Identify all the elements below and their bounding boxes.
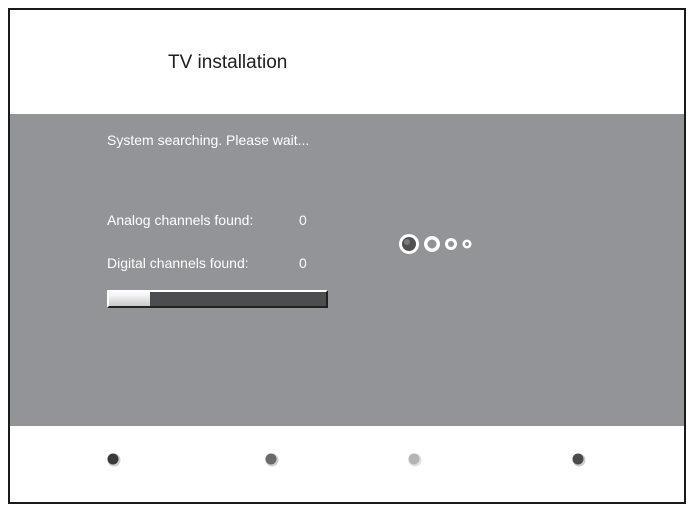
- tv-screen: TV installation System searching. Please…: [8, 8, 686, 504]
- footer: [10, 426, 684, 502]
- spinner-dot-2-core: [427, 239, 437, 249]
- digital-channels-label: Digital channels found:: [107, 255, 249, 271]
- red-key-icon: [107, 453, 121, 467]
- analog-channels-row: Analog channels found: 0: [107, 212, 307, 228]
- red-key-button[interactable]: [106, 452, 122, 468]
- digital-channels-row: Digital channels found: 0: [107, 255, 307, 271]
- search-panel: System searching. Please wait... Analog …: [10, 114, 684, 426]
- status-message: System searching. Please wait...: [107, 132, 310, 148]
- analog-channels-count: 0: [299, 212, 307, 228]
- page-title: TV installation: [168, 52, 288, 73]
- spinner-graphic: [399, 234, 472, 254]
- analog-channels-label: Analog channels found:: [107, 212, 254, 228]
- yellow-key-button[interactable]: [407, 452, 423, 468]
- green-key-button[interactable]: [264, 452, 280, 468]
- search-progress-fill: [109, 292, 151, 306]
- search-progress-bar: [107, 290, 328, 308]
- green-key-icon: [265, 453, 279, 467]
- blue-key-button[interactable]: [571, 452, 587, 468]
- spinner-dot-1-highlight: [404, 239, 410, 245]
- blue-key-icon: [572, 453, 586, 467]
- header: TV installation: [10, 10, 684, 114]
- digital-channels-count: 0: [299, 255, 307, 271]
- busy-spinner-icon: [398, 232, 478, 261]
- spinner-dot-3-core: [448, 241, 454, 247]
- spinner-dot-4-core: [465, 242, 469, 246]
- yellow-key-icon: [408, 453, 422, 467]
